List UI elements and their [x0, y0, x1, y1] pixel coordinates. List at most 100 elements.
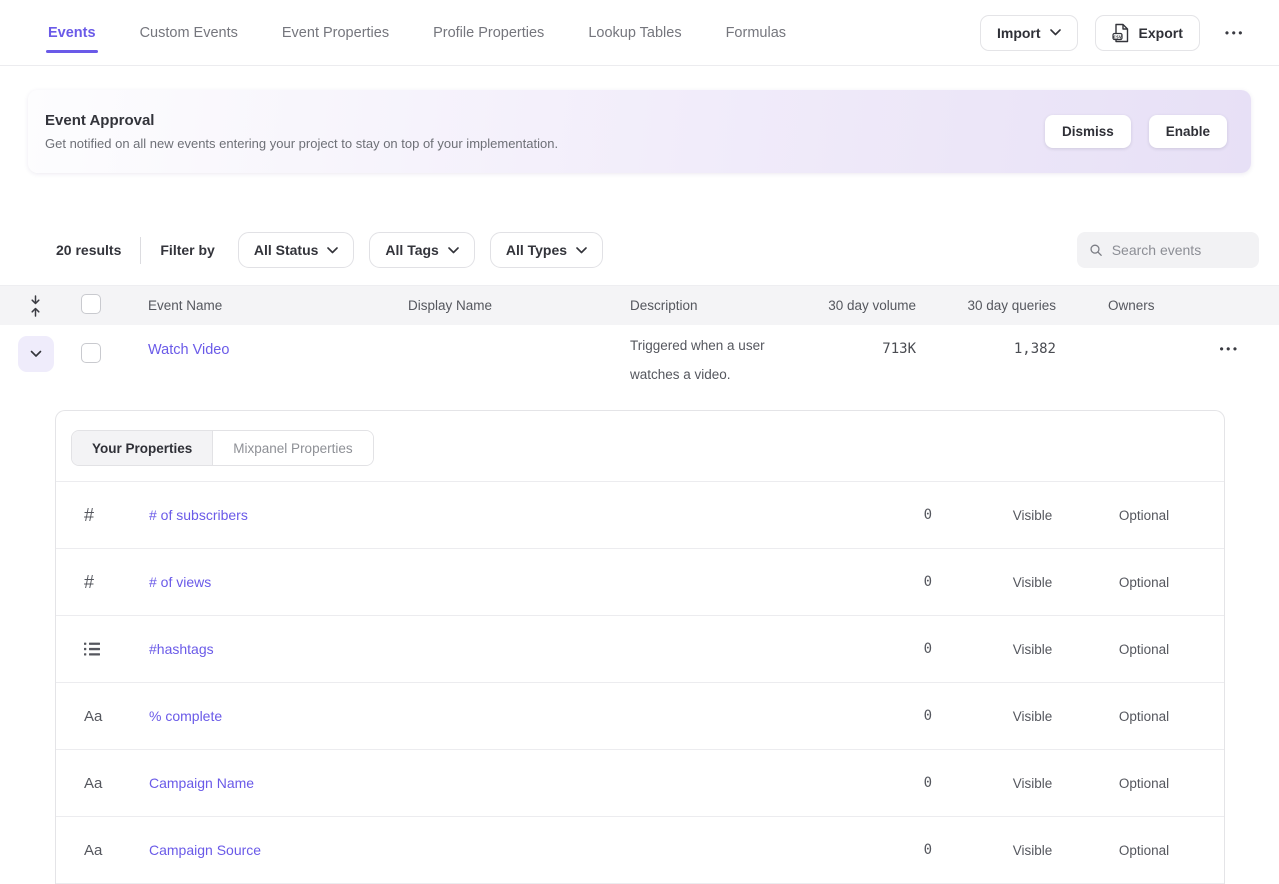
panel-tab-mixpanel-properties[interactable]: Mixpanel Properties — [212, 431, 372, 465]
property-value: 0 — [812, 507, 932, 523]
event-volume: 713K — [810, 325, 920, 357]
event-description: Triggered when a user watches a video. — [620, 325, 810, 389]
property-value: 0 — [812, 775, 932, 791]
property-row: Aa % complete 0 Visible Optional — [56, 683, 1224, 750]
property-requirement: Optional — [1084, 709, 1204, 724]
dropdown-label: All Tags — [385, 242, 438, 258]
property-visibility: Visible — [981, 508, 1084, 523]
property-row: # # of views 0 Visible Optional — [56, 549, 1224, 616]
property-row: Aa Campaign Source 0 Visible Optional — [56, 817, 1224, 884]
property-row: # # of subscribers 0 Visible Optional — [56, 482, 1224, 549]
chevron-down-icon — [30, 350, 42, 358]
property-requirement: Optional — [1084, 776, 1204, 791]
tab-profile-properties[interactable]: Profile Properties — [433, 2, 544, 64]
row-more-options-button[interactable]: ••• — [1211, 335, 1247, 362]
search-box[interactable] — [1077, 232, 1259, 268]
column-header-owners[interactable]: Owners — [1060, 298, 1180, 313]
panel-tabs: Your PropertiesMixpanel Properties — [71, 430, 374, 466]
property-visibility: Visible — [981, 709, 1084, 724]
filter-dropdown-all-status[interactable]: All Status — [238, 232, 355, 268]
property-row: Aa Campaign Name 0 Visible Optional — [56, 750, 1224, 817]
property-name-link[interactable]: Campaign Name — [149, 775, 254, 791]
event-queries: 1,382 — [920, 325, 1060, 357]
collapse-row-button[interactable] — [18, 336, 54, 372]
tab-event-properties[interactable]: Event Properties — [282, 2, 389, 64]
filter-by-label: Filter by — [160, 242, 214, 258]
text-type-icon: Aa — [84, 842, 102, 859]
import-button-label: Import — [997, 25, 1041, 41]
filter-dropdowns: All Status All Tags All Types — [238, 232, 603, 268]
panel-tabs-wrap: Your PropertiesMixpanel Properties — [56, 411, 1224, 482]
column-header-event-name[interactable]: Event Name — [138, 298, 398, 313]
select-all-checkbox[interactable] — [81, 294, 101, 314]
text-type-icon: Aa — [84, 775, 102, 792]
property-requirement: Optional — [1084, 508, 1204, 523]
collapse-rows-icon[interactable] — [29, 294, 42, 318]
text-type-icon: Aa — [84, 708, 102, 725]
filter-dropdown-all-types[interactable]: All Types — [490, 232, 603, 268]
more-options-button[interactable]: ••• — [1217, 19, 1253, 46]
nav-actions: Import csv Export ••• — [980, 15, 1253, 51]
property-value: 0 — [812, 641, 932, 657]
column-header-description[interactable]: Description — [620, 298, 810, 313]
column-header-30-day-queries[interactable]: 30 day queries — [920, 298, 1060, 313]
tab-formulas[interactable]: Formulas — [726, 2, 786, 64]
number-type-icon: # — [84, 572, 94, 593]
property-requirement: Optional — [1084, 575, 1204, 590]
property-name-link[interactable]: Campaign Source — [149, 842, 261, 858]
dropdown-label: All Types — [506, 242, 567, 258]
event-name-link[interactable]: Watch Video — [148, 342, 229, 358]
banner-text: Event Approval Get notified on all new e… — [45, 112, 1027, 151]
property-requirement: Optional — [1084, 843, 1204, 858]
chevron-down-icon — [1050, 29, 1061, 36]
results-count: 20 results — [56, 242, 121, 258]
filter-dropdown-all-tags[interactable]: All Tags — [369, 232, 474, 268]
chevron-down-icon — [576, 247, 587, 254]
event-row-watch-video: Watch Video Triggered when a user watche… — [0, 325, 1279, 410]
panel-tab-your-properties[interactable]: Your Properties — [72, 431, 212, 465]
csv-file-icon: csv — [1112, 23, 1130, 43]
property-visibility: Visible — [981, 776, 1084, 791]
property-value: 0 — [812, 708, 932, 724]
row-checkbox[interactable] — [81, 343, 101, 363]
chevron-down-icon — [448, 247, 459, 254]
export-button[interactable]: csv Export — [1095, 15, 1200, 51]
property-list: # # of subscribers 0 Visible Optional # … — [56, 482, 1224, 884]
property-value: 0 — [812, 574, 932, 590]
chevron-down-icon — [327, 247, 338, 254]
enable-button[interactable]: Enable — [1149, 115, 1227, 148]
property-visibility: Visible — [981, 642, 1084, 657]
table-header: Event Name Display Name Description 30 d… — [0, 285, 1279, 325]
banner-title: Event Approval — [45, 112, 1027, 129]
column-header-30-day-volume[interactable]: 30 day volume — [810, 298, 920, 313]
ellipsis-icon: ••• — [1225, 26, 1245, 40]
search-input[interactable] — [1112, 242, 1247, 258]
list-type-icon — [84, 642, 100, 656]
search-icon — [1089, 242, 1103, 258]
tab-custom-events[interactable]: Custom Events — [140, 2, 238, 64]
column-header-display-name[interactable]: Display Name — [398, 298, 620, 313]
event-properties-panel: Your PropertiesMixpanel Properties # # o… — [55, 410, 1225, 884]
event-approval-banner: Event Approval Get notified on all new e… — [28, 90, 1251, 173]
divider — [140, 237, 141, 264]
ellipsis-icon: ••• — [1219, 342, 1239, 356]
dismiss-button[interactable]: Dismiss — [1045, 115, 1131, 148]
filter-bar: 20 results Filter by All StatusAll TagsA… — [56, 232, 1259, 268]
nav-tabs: Events Custom Events Event Properties Profi… — [48, 2, 980, 64]
import-button[interactable]: Import — [980, 15, 1078, 51]
property-name-link[interactable]: #hashtags — [149, 641, 214, 657]
property-value: 0 — [812, 842, 932, 858]
property-visibility: Visible — [981, 575, 1084, 590]
property-row: #hashtags 0 Visible Optional — [56, 616, 1224, 683]
export-button-label: Export — [1139, 25, 1183, 41]
property-name-link[interactable]: % complete — [149, 708, 222, 724]
property-requirement: Optional — [1084, 642, 1204, 657]
property-visibility: Visible — [981, 843, 1084, 858]
top-nav: Events Custom Events Event Properties Profi… — [0, 0, 1279, 66]
property-name-link[interactable]: # of views — [149, 574, 211, 590]
svg-text:csv: csv — [1113, 35, 1122, 40]
dropdown-label: All Status — [254, 242, 319, 258]
property-name-link[interactable]: # of subscribers — [149, 507, 248, 523]
tab-lookup-tables[interactable]: Lookup Tables — [588, 2, 681, 64]
tab-events[interactable]: Events — [48, 2, 96, 64]
